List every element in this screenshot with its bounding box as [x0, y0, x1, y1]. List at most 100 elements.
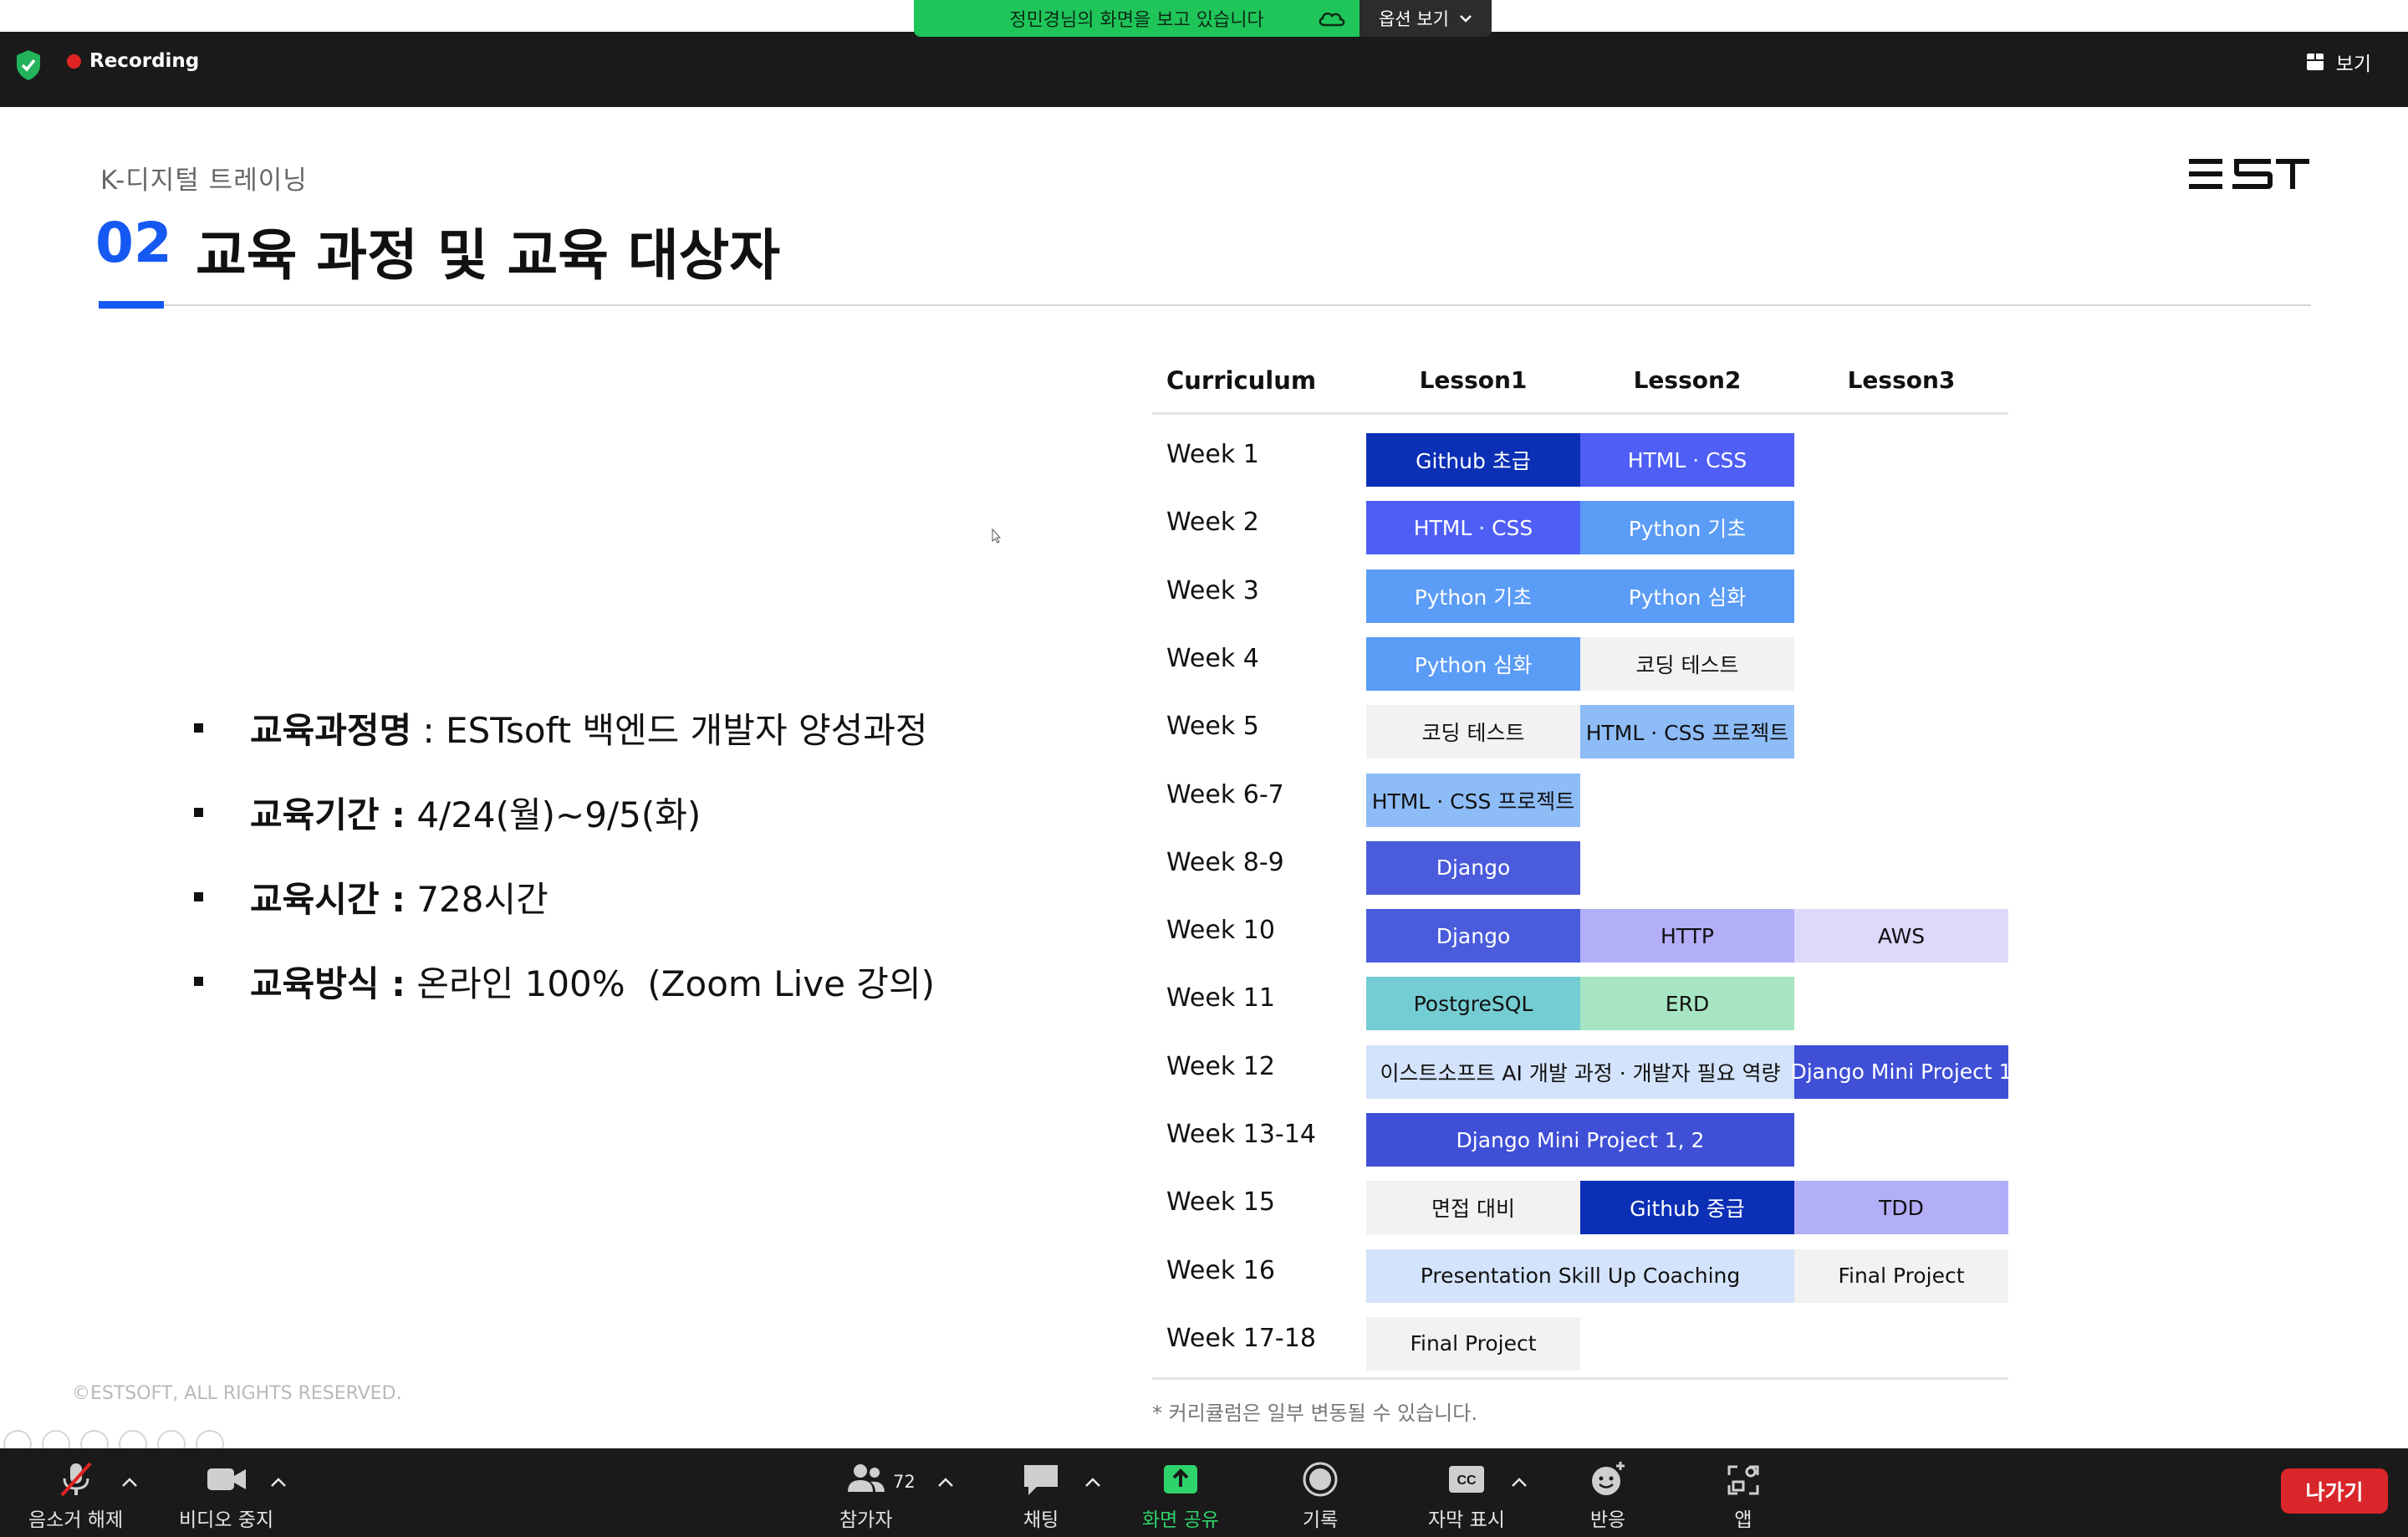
record-button[interactable]: 기록 — [1299, 1460, 1341, 1532]
curriculum-row: Week 2 HTML · CSS Python 기초 — [1152, 501, 2008, 555]
recording-label: Recording — [89, 50, 200, 72]
apps-label: 앱 — [1734, 1509, 1752, 1531]
leave-label: 나가기 — [2305, 1480, 2364, 1504]
video-camera-icon — [207, 1468, 246, 1490]
week-label: Week 15 — [1166, 1187, 1275, 1218]
stop-video-label: 비디오 중지 — [179, 1509, 274, 1531]
table-bottom-divider — [1152, 1377, 2008, 1380]
share-screen-icon — [1163, 1465, 1197, 1494]
week-label: Week 3 — [1166, 575, 1259, 605]
info-value: 온라인 100% (Zoom Live 강의) — [405, 963, 935, 1004]
captions-label: 자막 표시 — [1428, 1509, 1505, 1531]
week-label: Week 12 — [1166, 1051, 1275, 1081]
week-label: Week 2 — [1166, 508, 1259, 538]
curriculum-row: Week 3 Python 기초 Python 심화 — [1152, 569, 2008, 623]
video-options-chevron-icon[interactable] — [269, 1477, 288, 1488]
mouse-cursor-icon — [992, 529, 1002, 544]
lesson-cell: Python 기초 — [1366, 569, 1580, 623]
lesson-cell: Django Mini Project 1 — [1790, 1044, 2013, 1099]
lesson-cell: TDD — [1794, 1181, 2008, 1235]
participants-options-chevron-icon[interactable] — [936, 1477, 955, 1488]
lesson-cell: 이스트소프트 AI 개발 과정 · 개발자 필요 역량 — [1366, 1044, 1794, 1099]
lesson-cell: HTTP — [1580, 909, 1794, 963]
stop-video-button[interactable]: 비디오 중지 — [179, 1460, 273, 1532]
info-key: 교육방식 : — [250, 963, 406, 1004]
share-screen-button[interactable]: 화면 공유 — [1142, 1460, 1219, 1532]
closed-captions-icon: CC — [1448, 1466, 1484, 1493]
copyright-text: ©ESTSOFT, ALL RIGHTS RESERVED. — [72, 1383, 402, 1404]
lesson-cell: Presentation Skill Up Coaching — [1366, 1248, 1794, 1303]
course-info-item: 교육시간 : 728시간 — [194, 855, 935, 939]
week-label: Week 5 — [1166, 712, 1259, 742]
bullet-icon — [194, 808, 203, 817]
audio-options-chevron-icon[interactable] — [120, 1477, 139, 1488]
captions-options-chevron-icon[interactable] — [1510, 1477, 1528, 1488]
header-curriculum: Curriculum — [1166, 366, 1317, 395]
week-label: Week 10 — [1166, 916, 1275, 946]
lesson-cell: Python 기초 — [1580, 501, 1794, 555]
week-label: Week 17-18 — [1166, 1323, 1316, 1353]
lesson-cell: Final Project — [1366, 1316, 1580, 1371]
view-options-button[interactable]: 옵션 보기 — [1360, 0, 1492, 37]
view-options-label: 옵션 보기 — [1379, 9, 1449, 29]
header-lesson1: Lesson1 — [1419, 366, 1528, 394]
info-value: 4/24(월)~9/5(화) — [405, 794, 701, 835]
week-label: Week 11 — [1166, 983, 1275, 1014]
curriculum-row: Week 6-7 HTML · CSS 프로젝트 — [1152, 773, 2008, 827]
view-button[interactable]: 보기 — [2291, 43, 2386, 80]
curriculum-row: Week 5 코딩 테스트 HTML · CSS 프로젝트 — [1152, 705, 2008, 759]
curriculum-row: Week 13-14 Django Mini Project 1, 2 — [1152, 1113, 2008, 1167]
lesson-cell: 코딩 테스트 — [1366, 705, 1580, 759]
week-label: Week 4 — [1166, 643, 1259, 673]
chevron-down-icon — [1460, 15, 1472, 23]
leave-meeting-button[interactable]: 나가기 — [2281, 1468, 2388, 1514]
lesson-cell: ERD — [1580, 977, 1794, 1031]
lesson-cell: Python 심화 — [1366, 636, 1580, 691]
header-lesson2: Lesson2 — [1633, 366, 1742, 394]
course-info-item: 교육과정명 : ESTsoft 백엔드 개발자 양성과정 — [194, 686, 935, 770]
info-value: 728시간 — [405, 879, 548, 920]
screen-share-banner: 정민경님의 화면을 보고 있습니다 — [914, 0, 1360, 37]
course-info-item: 교육기간 : 4/24(월)~9/5(화) — [194, 770, 935, 855]
curriculum-row: Week 1 Github 초급 HTML · CSS — [1152, 433, 2008, 487]
captions-button[interactable]: CC 자막 표시 — [1428, 1460, 1505, 1532]
curriculum-row: Week 8-9 Django — [1152, 840, 2008, 895]
chat-button[interactable]: 채팅 — [1020, 1460, 1062, 1532]
bullet-icon — [194, 977, 203, 986]
grid-view-icon — [2306, 54, 2324, 70]
section-number: 02 — [95, 211, 172, 275]
est-logo — [2189, 159, 2309, 189]
title-divider-accent — [99, 301, 164, 309]
participants-button[interactable]: 참가자 — [839, 1460, 892, 1532]
security-shield-icon[interactable] — [15, 49, 42, 82]
meeting-controls-bar: 음소거 해제 비디오 중지 참가자 72 채팅 화면 공유 기록 CC 자막 표… — [0, 1448, 2408, 1537]
reactions-button[interactable]: 반응 — [1587, 1460, 1629, 1532]
participants-icon — [847, 1464, 885, 1492]
apps-button[interactable]: 앱 — [1722, 1460, 1764, 1532]
info-key: 교육시간 : — [250, 879, 406, 920]
recording-dot-icon — [67, 54, 81, 69]
curriculum-row: Week 12 이스트소프트 AI 개발 과정 · 개발자 필요 역량 Django… — [1152, 1044, 2013, 1099]
share-screen-label: 화면 공유 — [1142, 1509, 1219, 1531]
info-key: 교육과정명 — [250, 710, 412, 751]
week-label: Week 6-7 — [1166, 779, 1284, 809]
curriculum-header-row: Curriculum Lesson1 Lesson2 Lesson3 — [1152, 360, 2008, 415]
recording-indicator[interactable]: Recording — [67, 50, 199, 72]
lesson-cell: HTML · CSS — [1366, 501, 1580, 555]
lesson-cell: HTML · CSS 프로젝트 — [1366, 773, 1580, 827]
lesson-cell: 면접 대비 — [1366, 1181, 1580, 1235]
chat-options-chevron-icon[interactable] — [1084, 1477, 1102, 1488]
lesson-cell: HTML · CSS 프로젝트 — [1580, 705, 1794, 759]
reactions-smiley-icon — [1592, 1462, 1625, 1495]
week-label: Week 16 — [1166, 1255, 1275, 1285]
week-label: Week 13-14 — [1166, 1120, 1316, 1149]
chat-bubble-icon — [1024, 1465, 1058, 1495]
unmute-button[interactable]: 음소거 해제 — [28, 1460, 123, 1532]
curriculum-row: Week 17-18 Final Project — [1152, 1316, 2008, 1371]
course-info-item: 교육방식 : 온라인 100% (Zoom Live 강의) — [194, 939, 935, 1024]
course-info-list: 교육과정명 : ESTsoft 백엔드 개발자 양성과정 교육기간 : 4/24… — [194, 686, 935, 1024]
microphone-muted-icon — [60, 1462, 92, 1497]
svg-text:CC: CC — [1457, 1473, 1477, 1488]
title-divider — [99, 304, 2311, 306]
view-label: 보기 — [2335, 54, 2371, 75]
